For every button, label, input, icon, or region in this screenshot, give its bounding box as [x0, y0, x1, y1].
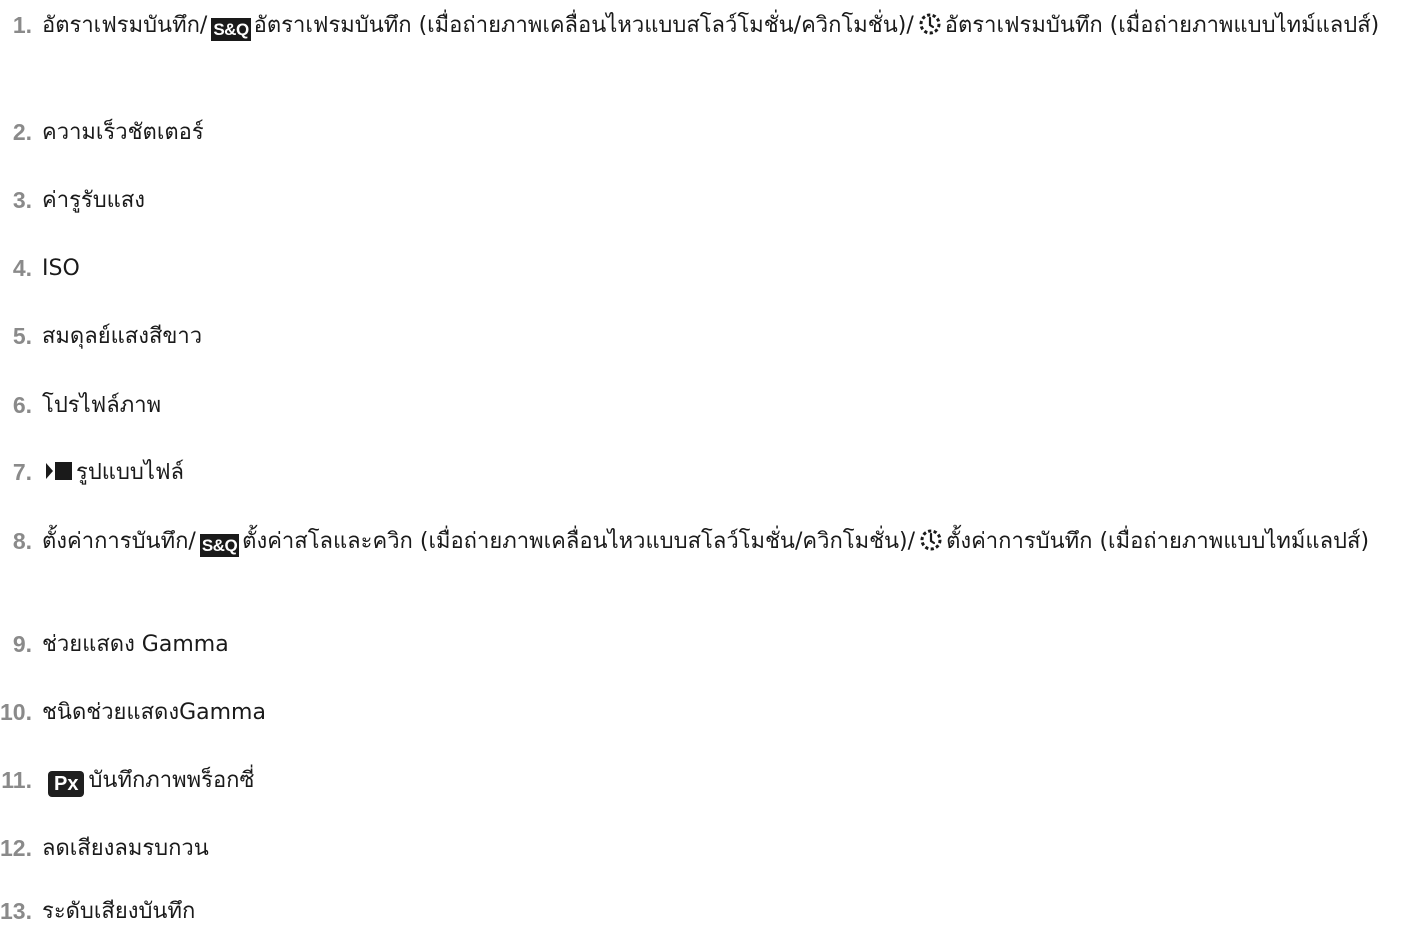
item-text: ค่ารูรับแสง	[42, 188, 146, 213]
item-text-part: ตั้งค่าการบันทึก (เมื่อถ่ายภาพแบบไทม์แลป…	[946, 529, 1370, 554]
item-number: 10.	[0, 699, 32, 725]
timelapse-icon	[919, 13, 941, 35]
item-number: 7.	[12, 459, 32, 485]
item-number: 13.	[0, 898, 32, 924]
item-number: 8.	[12, 528, 32, 554]
item-number: 3.	[12, 187, 32, 213]
item-text: รูปแบบไฟล์	[42, 457, 1392, 488]
item-text: ช่วยแสดง Gamma	[42, 632, 229, 657]
item-number: 5.	[12, 323, 32, 349]
movie-icon	[46, 462, 72, 480]
sq-icon: S&Q	[199, 534, 240, 557]
item-number: 9.	[12, 631, 32, 657]
item-number: 6.	[12, 392, 32, 418]
item-text: ระดับเสียงบันทึก	[42, 899, 196, 924]
item-text: ตั้งค่าการบันทึก/S&Q ตั้งค่าสโลและควิก (เ…	[42, 526, 1392, 557]
item-text: อัตราเฟรมบันทึก/S&Q อัตราเฟรมบันทึก (เมื่…	[42, 10, 1392, 41]
item-text: โปรไฟล์ภาพ	[42, 393, 162, 418]
item-text: สมดุลย์แสงสีขาว	[42, 324, 203, 349]
item-text: ชนิดช่วยแสดงGamma	[42, 700, 266, 725]
item-number: 12.	[0, 835, 32, 861]
item-text: ISO	[42, 256, 80, 281]
item-text-part: บันทึกภาพพร็อกซี่	[88, 768, 255, 793]
item-number: 4.	[12, 255, 32, 281]
item-text: Px บันทึกภาพพร็อกซี่	[42, 765, 1392, 797]
item-text-part: อัตราเฟรมบันทึก (เมื่อถ่ายภาพแบบไทม์แลปส…	[944, 13, 1380, 38]
item-number: 11.	[1, 767, 32, 793]
sq-icon: S&Q	[211, 18, 251, 41]
proxy-icon: Px	[48, 771, 85, 797]
item-number: 2.	[12, 119, 32, 145]
item-text-part: ตั้งค่าสโลและควิก (เมื่อถ่ายภาพเคลื่อนไห…	[242, 529, 916, 554]
timelapse-icon	[920, 529, 942, 551]
item-text-part: อัตราเฟรมบันทึก (เมื่อถ่ายภาพเคลื่อนไหวแ…	[253, 13, 914, 38]
item-text: ลดเสียงลมรบกวน	[42, 836, 209, 861]
item-text-part: รูปแบบไฟล์	[76, 460, 185, 485]
item-number: 1.	[12, 12, 32, 38]
item-text: ความเร็วชัตเตอร์	[42, 120, 204, 145]
item-text-part: ตั้งค่าการบันทึก/	[42, 529, 196, 554]
item-text-part: อัตราเฟรมบันทึก/	[42, 13, 208, 38]
